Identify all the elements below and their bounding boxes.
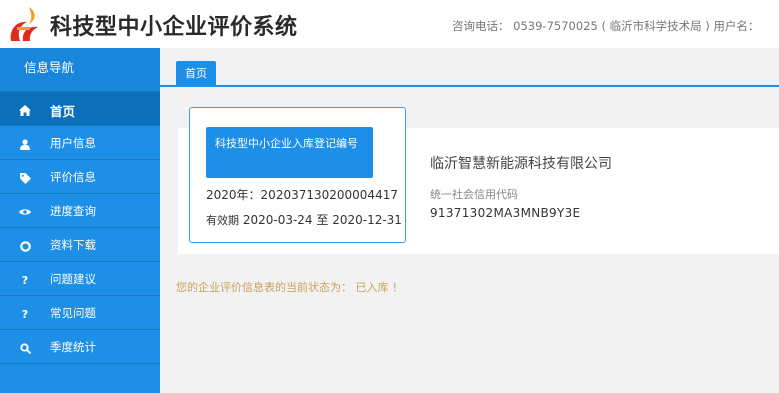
home-icon	[18, 103, 32, 117]
sidebar-item-faq[interactable]: ? 常见问题	[0, 296, 160, 330]
credit-code-value: 91371302MA3MNB9Y3E	[430, 206, 581, 220]
sidebar: 信息导航 首页 用户信息 评价信息 进度查询 资料下载 ? 问题建议 ? 常见问…	[0, 48, 160, 393]
status-message: 您的企业评价信息表的当前状态为： 已入库 ！	[176, 281, 403, 294]
sidebar-item-label: 问题建议	[50, 272, 96, 286]
sidebar-item-label: 用户信息	[50, 136, 96, 150]
question-icon: ?	[21, 273, 29, 287]
sidebar-heading: 信息导航	[0, 48, 160, 92]
eye-icon	[18, 205, 32, 219]
sidebar-item-downloads[interactable]: 资料下载	[0, 228, 160, 262]
search-icon	[18, 341, 32, 355]
sidebar-item-label: 首页	[50, 104, 76, 119]
sidebar-item-label: 常见问题	[50, 306, 96, 320]
system-title: 科技型中小企业评价系统	[50, 15, 298, 40]
contact-info: 咨询电话： 0539-7570025 ( 临沂市科学技术局 ) 用户名：	[452, 19, 760, 33]
validity-label: 有效期	[206, 214, 239, 227]
sidebar-item-label: 进度查询	[50, 204, 96, 218]
enterprise-panel: 科技型中小企业入库登记编号 2020年：202037130200004417 有…	[178, 107, 779, 254]
registration-number-button[interactable]: 科技型中小企业入库登记编号	[206, 127, 373, 178]
user-icon	[18, 137, 32, 151]
logo-icon	[10, 7, 38, 41]
main-content: 首页 科技型中小企业入库登记编号 2020年：20203713020000441…	[160, 48, 779, 393]
sidebar-item-label: 季度统计	[50, 340, 96, 354]
sidebar-item-user-info[interactable]: 用户信息	[0, 126, 160, 160]
sidebar-item-feedback[interactable]: ? 问题建议	[0, 262, 160, 296]
credit-code-label: 统一社会信用代码	[430, 188, 518, 201]
sidebar-item-home[interactable]: 首页	[0, 92, 160, 126]
app-header: 科技型中小企业评价系统 咨询电话： 0539-7570025 ( 临沂市科学技术…	[0, 0, 779, 48]
sidebar-item-label: 评价信息	[50, 170, 96, 184]
question-icon: ?	[21, 307, 29, 321]
sidebar-item-label: 资料下载	[50, 238, 96, 252]
tab-home[interactable]: 首页	[176, 61, 216, 86]
sidebar-item-quarterly-stats[interactable]: 季度统计	[0, 330, 160, 364]
registration-number-value: 202037130200004417	[260, 188, 398, 202]
registration-year-label: 2020年：	[206, 188, 261, 202]
circle-icon	[18, 239, 32, 253]
tab-bar: 首页	[160, 48, 779, 87]
tag-icon	[18, 171, 32, 185]
registration-number: 2020年：202037130200004417	[206, 186, 398, 203]
validity-range: 2020-03-24 至 2020-12-31	[242, 213, 402, 227]
sidebar-item-evaluation[interactable]: 评价信息	[0, 160, 160, 194]
sidebar-item-progress[interactable]: 进度查询	[0, 194, 160, 228]
registration-card: 科技型中小企业入库登记编号 2020年：202037130200004417 有…	[189, 107, 406, 243]
validity-period: 有效期 2020-03-24 至 2020-12-31	[206, 211, 402, 228]
company-name: 临沂智慧新能源科技有限公司	[430, 156, 612, 172]
